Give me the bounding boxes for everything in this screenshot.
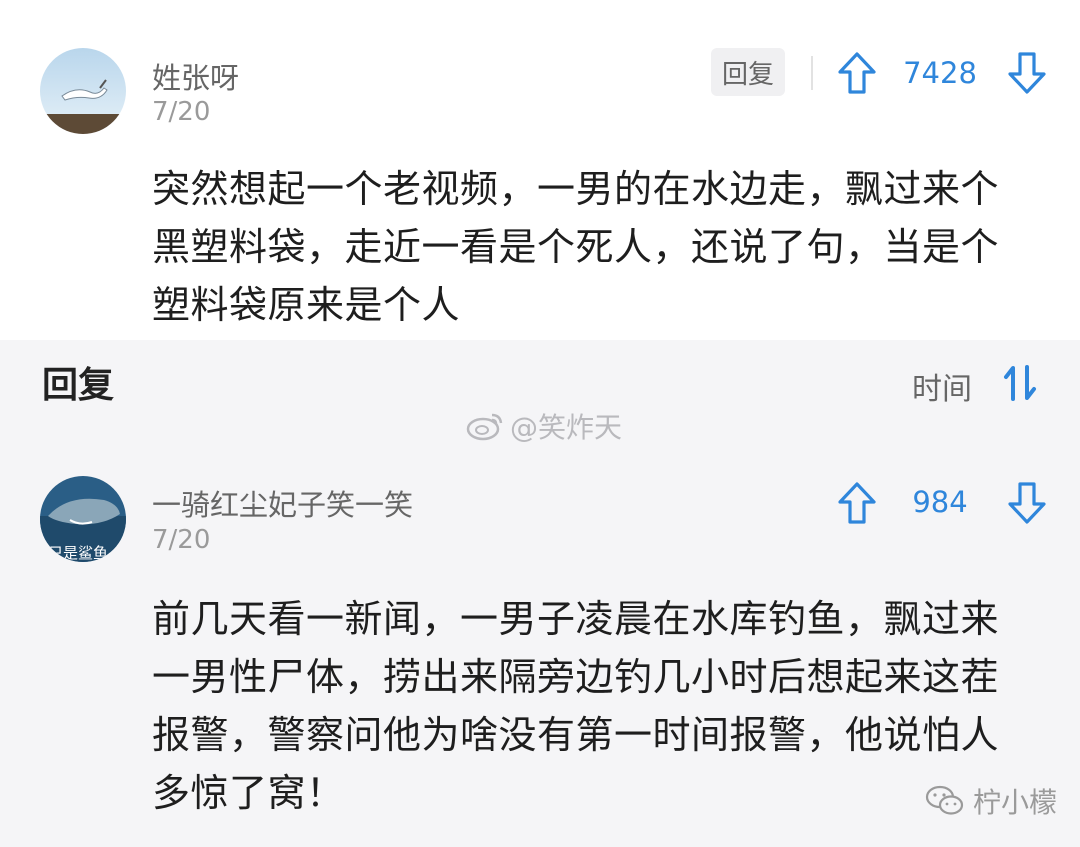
downvote-icon[interactable] [1007, 481, 1047, 525]
avatar-caption: 只是鲨鱼 [48, 544, 108, 562]
sort-icon[interactable] [1003, 364, 1037, 402]
reply-username[interactable]: 一骑红尘妃子笑一笑 [152, 482, 413, 524]
comment-date: 7/20 [152, 97, 211, 127]
divider [811, 56, 813, 90]
upvote-icon[interactable] [837, 51, 877, 95]
wechat-icon [925, 785, 964, 815]
upvote-icon[interactable] [837, 481, 877, 525]
reply-avatar[interactable]: 只是鲨鱼 [40, 476, 126, 562]
comment-text: 突然想起一个老视频，一男的在水边走，飘过来个 黑塑料袋，走近一看是个死人，还说了… [152, 167, 1000, 327]
weibo-watermark: @笑炸天 [466, 406, 622, 446]
wechat-watermark-text: 柠小檬 [973, 786, 1058, 819]
username[interactable]: 姓张呀 [152, 55, 239, 97]
upvote-count: 7428 [903, 56, 977, 90]
avatar[interactable] [40, 48, 126, 134]
weibo-icon [466, 413, 503, 441]
reply-date: 7/20 [152, 525, 211, 555]
sort-label[interactable]: 时间 [912, 364, 972, 408]
reply-button[interactable]: 回复 [711, 48, 785, 96]
comment-card: 姓张呀 7/20 回复 7428 突然想起一个老视频，一男的在水边走，飘过来个 … [0, 0, 1080, 340]
weibo-watermark-text: @笑炸天 [510, 411, 623, 444]
reply-upvote-count: 984 [912, 485, 968, 519]
replies-title: 回复 [42, 365, 115, 406]
wechat-watermark: 柠小檬 [925, 781, 1057, 821]
downvote-icon[interactable] [1007, 51, 1047, 95]
